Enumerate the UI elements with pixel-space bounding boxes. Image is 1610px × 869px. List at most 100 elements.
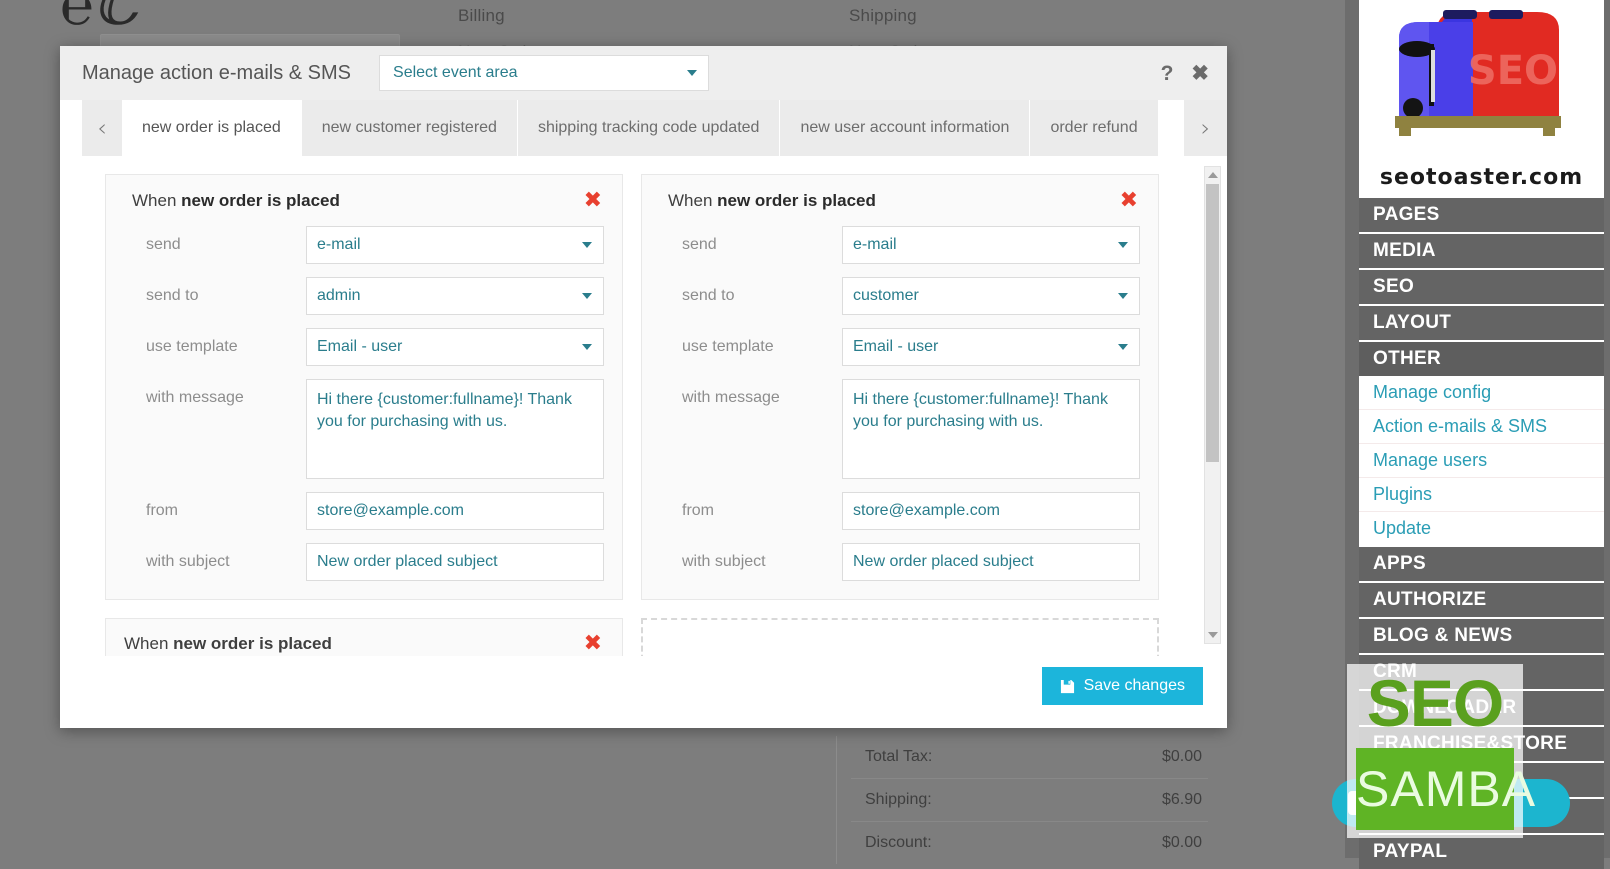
sidebar-item-apps[interactable]: APPS xyxy=(1359,545,1604,581)
sidebar-item-blog-news[interactable]: BLOG & NEWS xyxy=(1359,617,1604,653)
sidebar-link-update[interactable]: Update xyxy=(1359,512,1604,545)
chevron-down-icon xyxy=(1118,242,1128,248)
card-title-event: new order is placed xyxy=(717,191,876,210)
totals-row: Total Tax: $0.00 xyxy=(851,736,1208,779)
field-label: send to xyxy=(660,277,842,305)
add-rule-placeholder[interactable] xyxy=(641,618,1159,656)
totals-label: Shipping: xyxy=(865,791,932,809)
floppy-disk-icon xyxy=(1060,679,1075,694)
scroll-down-arrow-icon[interactable] xyxy=(1205,627,1220,643)
field-row-send-to: send to customer xyxy=(660,277,1140,315)
sidebar-item-seo[interactable]: SEO xyxy=(1359,268,1604,304)
with-subject-input[interactable]: New order placed subject xyxy=(306,543,604,581)
send-select-value: e-mail xyxy=(317,236,361,254)
field-row-with-message: with message Hi there {customer:fullname… xyxy=(660,379,1140,479)
totals-amount: $6.90 xyxy=(1162,791,1202,809)
with-message-textarea[interactable]: Hi there {customer:fullname}! Thank you … xyxy=(842,379,1140,479)
with-subject-input[interactable]: New order placed subject xyxy=(842,543,1140,581)
delete-rule-icon[interactable]: ✖ xyxy=(584,190,602,212)
delete-rule-icon[interactable]: ✖ xyxy=(584,633,602,655)
action-rule-card: When new order is placed ✖ send e-mail s… xyxy=(105,174,623,600)
chevron-down-icon xyxy=(582,242,592,248)
help-icon[interactable]: ? xyxy=(1161,63,1174,84)
card-title: When new order is placed xyxy=(132,191,340,211)
content-scrollbar[interactable] xyxy=(1204,166,1221,644)
card-title-event: new order is placed xyxy=(181,191,340,210)
background-label-billing: Billing xyxy=(458,6,505,26)
event-tab-bar: ‹ new order is placed new customer regis… xyxy=(60,100,1227,156)
chevron-down-icon xyxy=(1118,344,1128,350)
sidebar-item-layout[interactable]: LAYOUT xyxy=(1359,304,1604,340)
sidebar-item-crm[interactable]: CRM xyxy=(1359,653,1604,689)
card-header: When new order is placed ✖ xyxy=(660,175,1140,226)
field-label: from xyxy=(660,492,842,520)
sidebar-link-manage-users[interactable]: Manage users xyxy=(1359,444,1604,478)
seotoaster-logo: SEO seotoaster.com xyxy=(1359,0,1604,198)
totals-label: Discount: xyxy=(865,834,932,852)
use-template-select[interactable]: Email - user xyxy=(842,328,1140,366)
tab-next-arrow-icon[interactable]: › xyxy=(1183,100,1227,156)
field-row-from: from store@example.com xyxy=(660,492,1140,530)
delete-rule-icon[interactable]: ✖ xyxy=(1120,190,1138,212)
card-title-prefix: When xyxy=(668,191,717,210)
scroll-up-arrow-icon[interactable] xyxy=(1205,167,1220,183)
svg-text:SEO: SEO xyxy=(1468,48,1558,94)
order-totals-panel: Total Tax: $0.00 Shipping: $6.90 Discoun… xyxy=(836,736,1222,864)
event-area-select[interactable]: Select event area xyxy=(379,55,709,91)
field-row-with-message: with message Hi there {customer:fullname… xyxy=(124,379,604,479)
chat-bubble-icon: ? xyxy=(1348,791,1374,815)
field-row-from: from store@example.com xyxy=(124,492,604,530)
sidebar-item-downloader[interactable]: DOWNLOADER xyxy=(1359,689,1604,725)
use-template-select-value: Email - user xyxy=(317,338,402,356)
send-to-select[interactable]: admin xyxy=(306,277,604,315)
chevron-down-icon xyxy=(687,70,697,76)
field-label: from xyxy=(124,492,306,520)
send-message-chat-button[interactable]: ? Send message xyxy=(1332,779,1570,827)
scrollbar-thumb[interactable] xyxy=(1206,184,1219,462)
card-title: When new order is placed xyxy=(124,634,332,654)
totals-amount: $0.00 xyxy=(1162,748,1202,766)
sidebar-submenu-other: Manage config Action e-mails & SMS Manag… xyxy=(1359,376,1604,545)
sidebar-link-manage-config[interactable]: Manage config xyxy=(1359,376,1604,410)
send-to-select-value: customer xyxy=(853,287,919,305)
use-template-select[interactable]: Email - user xyxy=(306,328,604,366)
field-label: with subject xyxy=(124,543,306,571)
field-row-send: send e-mail xyxy=(660,226,1140,264)
chevron-down-icon xyxy=(582,344,592,350)
sidebar-item-media[interactable]: MEDIA xyxy=(1359,232,1604,268)
use-template-select-value: Email - user xyxy=(853,338,938,356)
sidebar-item-other[interactable]: OTHER xyxy=(1359,340,1604,376)
send-to-select[interactable]: customer xyxy=(842,277,1140,315)
admin-sidebar: SEO seotoaster.com PAGES MEDIA SEO LAYOU… xyxy=(1345,0,1610,858)
sidebar-item-paypal[interactable]: PAYPAL xyxy=(1359,833,1604,869)
field-row-send: send e-mail xyxy=(124,226,604,264)
sidebar-link-action-emails-sms[interactable]: Action e-mails & SMS xyxy=(1359,410,1604,444)
save-changes-button[interactable]: Save changes xyxy=(1042,667,1203,705)
sidebar-item-authorize[interactable]: AUTHORIZE xyxy=(1359,581,1604,617)
toaster-illustration: SEO xyxy=(1385,4,1581,154)
field-row-send-to: send to admin xyxy=(124,277,604,315)
dialog-footer: Save changes xyxy=(60,656,1227,726)
totals-amount: $0.00 xyxy=(1162,834,1202,852)
chevron-down-icon xyxy=(1118,293,1128,299)
field-label: use template xyxy=(124,328,306,356)
tab-shipping-tracking-code-updated[interactable]: shipping tracking code updated xyxy=(517,100,780,156)
with-message-textarea[interactable]: Hi there {customer:fullname}! Thank you … xyxy=(306,379,604,479)
sidebar-link-plugins[interactable]: Plugins xyxy=(1359,478,1604,512)
event-area-select-value: Select event area xyxy=(393,64,518,82)
tab-new-customer-registered[interactable]: new customer registered xyxy=(301,100,517,156)
tab-prev-arrow-icon[interactable]: ‹ xyxy=(82,100,122,156)
sidebar-item-pages[interactable]: PAGES xyxy=(1359,198,1604,232)
sidebar-item-franchise-store[interactable]: FRANCHISE&STORE xyxy=(1359,725,1604,761)
field-label: send to xyxy=(124,277,306,305)
from-input[interactable]: store@example.com xyxy=(306,492,604,530)
send-select[interactable]: e-mail xyxy=(842,226,1140,264)
send-select[interactable]: e-mail xyxy=(306,226,604,264)
tab-order-refund[interactable]: order refund xyxy=(1029,100,1157,156)
close-icon[interactable]: ✖ xyxy=(1191,63,1209,84)
dialog-title: Manage action e-mails & SMS xyxy=(82,62,351,85)
send-select-value: e-mail xyxy=(853,236,897,254)
tab-new-user-account-information[interactable]: new user account information xyxy=(779,100,1029,156)
tab-new-order-is-placed[interactable]: new order is placed xyxy=(122,100,301,156)
from-input[interactable]: store@example.com xyxy=(842,492,1140,530)
